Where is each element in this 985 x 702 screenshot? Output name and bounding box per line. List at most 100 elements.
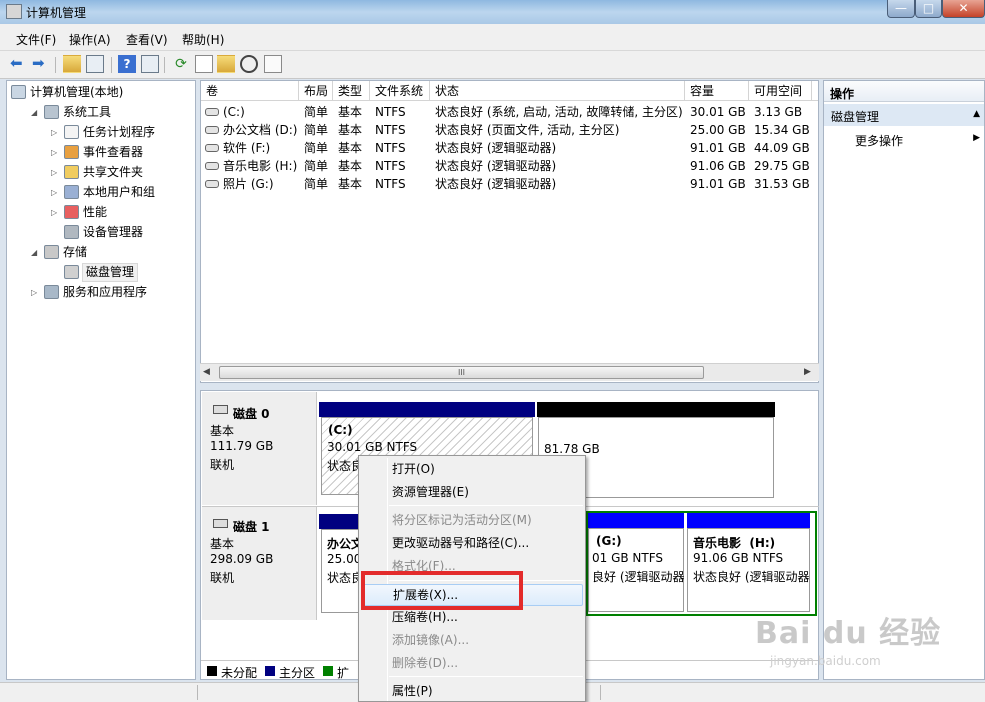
tree-item[interactable]: ▷event-viewer-icon 事件查看器 bbox=[7, 142, 193, 162]
more-actions-label: 更多操作 bbox=[855, 134, 904, 148]
minimize-button[interactable]: — bbox=[887, 0, 915, 18]
help-icon[interactable]: ? bbox=[118, 55, 136, 73]
scroll-left-arrow-icon[interactable]: ◀ bbox=[203, 367, 210, 377]
menu-help[interactable]: 帮助(H) bbox=[182, 31, 224, 48]
table-row[interactable]: (C:) 简单 基本 NTFS 状态良好 (系统, 启动, 活动, 故障转储, 主分区)… bbox=[201, 103, 818, 121]
partition-d[interactable]: 办公文 25.00 状态良 bbox=[321, 529, 362, 613]
volume-filesystem: NTFS bbox=[375, 177, 406, 191]
collapsed-arrow-icon[interactable]: ▷ bbox=[31, 283, 41, 297]
menu-item-delete-volume[interactable]: 删除卷(D)... bbox=[361, 652, 583, 674]
tree-item[interactable]: disk-management-icon磁盘管理 bbox=[7, 262, 193, 282]
menu-item-add-mirror[interactable]: 添加镜像(A)... bbox=[361, 629, 583, 651]
maximize-button[interactable]: □ bbox=[915, 0, 942, 18]
table-row[interactable]: 办公文档 (D:) 简单 基本 NTFS 状态良好 (页面文件, 活动, 主分区) 25.… bbox=[201, 121, 818, 139]
event-viewer-icon: event-viewer-icon bbox=[64, 145, 79, 159]
menu-item-open[interactable]: 打开(O) bbox=[361, 458, 583, 480]
properties-icon[interactable] bbox=[195, 55, 213, 73]
computer-management-icon bbox=[6, 4, 22, 19]
collapse-arrow-icon[interactable]: ▲ bbox=[973, 109, 980, 119]
volume-capacity: 91.01 GB bbox=[690, 177, 746, 191]
menu-view[interactable]: 查看(V) bbox=[126, 31, 168, 48]
volume-layout: 简单 bbox=[304, 105, 329, 119]
partition-h[interactable]: 音乐电影 (H:) 91.06 GB NTFS 状态良好 (逻辑驱动器 bbox=[687, 528, 810, 612]
title-bar[interactable]: 计算机管理 — □ ✕ bbox=[0, 0, 985, 24]
tree-item[interactable]: ◢tools-icon 系统工具 bbox=[7, 102, 193, 122]
open-folder-icon[interactable] bbox=[217, 55, 235, 73]
toolbar: ⬅ ➡ ? ⟳ bbox=[0, 51, 985, 79]
expanded-arrow-icon[interactable]: ◢ bbox=[31, 103, 41, 117]
collapsed-arrow-icon[interactable]: ▷ bbox=[51, 203, 61, 217]
tree-item[interactable]: ◢storage-icon 存储 bbox=[7, 242, 193, 262]
tree-item-label: 本地用户和组 bbox=[83, 185, 156, 199]
device-manager-icon: device-manager-icon bbox=[64, 225, 79, 239]
up-folder-icon[interactable] bbox=[63, 55, 81, 73]
back-icon[interactable]: ⬅ bbox=[9, 55, 27, 73]
tree-item[interactable]: ▷performance-icon 性能 bbox=[7, 202, 193, 222]
column-header-volume[interactable]: 卷 bbox=[201, 81, 299, 101]
expanded-arrow-icon[interactable]: ◢ bbox=[31, 243, 41, 257]
column-header-filesystem[interactable]: 文件系统 bbox=[370, 81, 430, 101]
collapsed-arrow-icon[interactable]: ▷ bbox=[51, 143, 61, 157]
action-more-actions[interactable]: 更多操作 ▶ bbox=[824, 129, 984, 149]
disk-1-info[interactable]: 磁盘 1 基本 298.09 GB 联机 bbox=[202, 507, 317, 620]
collapsed-arrow-icon[interactable]: ▷ bbox=[51, 183, 61, 197]
tree-item-label: 服务和应用程序 bbox=[63, 285, 148, 299]
volume-status: 状态良好 (逻辑驱动器) bbox=[435, 177, 557, 191]
tree-item-label: 计算机管理(本地) bbox=[30, 85, 124, 99]
column-header-free-space[interactable]: 可用空间 bbox=[749, 81, 812, 101]
volume-status: 状态良好 (逻辑驱动器) bbox=[435, 159, 557, 173]
volume-drive-icon bbox=[205, 126, 219, 134]
tree-item[interactable]: ▷clock-icon 任务计划程序 bbox=[7, 122, 193, 142]
partition-g-label: (G:) bbox=[596, 534, 622, 548]
menu-action[interactable]: 操作(A) bbox=[69, 31, 111, 48]
disk-0-info[interactable]: 磁盘 0 基本 111.79 GB 联机 bbox=[202, 392, 317, 505]
menu-item-explorer[interactable]: 资源管理器(E) bbox=[361, 481, 583, 503]
table-row[interactable]: 软件 (F:) 简单 基本 NTFS 状态良好 (逻辑驱动器) 91.01 GB 44.09… bbox=[201, 139, 818, 157]
horizontal-scrollbar[interactable]: ◀ III ▶ bbox=[200, 363, 819, 381]
menu-file[interactable]: 文件(F) bbox=[16, 31, 56, 48]
scroll-thumb[interactable]: III bbox=[219, 366, 704, 379]
tree-item[interactable]: ▷services-icon 服务和应用程序 bbox=[7, 282, 193, 302]
toolbar-separator bbox=[55, 57, 56, 73]
partition-d-label: 办公文 bbox=[327, 537, 362, 551]
toolbar-separator bbox=[111, 57, 112, 73]
search-icon[interactable] bbox=[240, 55, 258, 73]
menu-item-properties[interactable]: 属性(P) bbox=[361, 680, 583, 702]
column-header-layout[interactable]: 布局 bbox=[299, 81, 333, 101]
volume-type: 基本 bbox=[338, 141, 363, 155]
volume-capacity: 91.06 GB bbox=[690, 159, 746, 173]
tree-item[interactable]: ▷users-icon 本地用户和组 bbox=[7, 182, 193, 202]
forward-icon[interactable]: ➡ bbox=[31, 55, 49, 73]
table-row[interactable]: 照片 (G:) 简单 基本 NTFS 状态良好 (逻辑驱动器) 91.01 GB 31.53… bbox=[201, 175, 818, 193]
disk-1-size: 298.09 GB bbox=[210, 552, 274, 566]
action-section-disk-management[interactable]: 磁盘管理 ▲ bbox=[824, 104, 984, 126]
show-hide-action-pane-icon[interactable] bbox=[141, 55, 159, 73]
volume-drive-icon bbox=[205, 144, 219, 152]
collapsed-arrow-icon[interactable]: ▷ bbox=[51, 163, 61, 177]
scroll-right-arrow-icon[interactable]: ▶ bbox=[804, 367, 811, 377]
close-button[interactable]: ✕ bbox=[942, 0, 985, 18]
show-hide-tree-icon[interactable] bbox=[86, 55, 104, 73]
export-icon[interactable] bbox=[264, 55, 282, 73]
tree-item[interactable]: computer-icon 计算机管理(本地) bbox=[7, 82, 193, 102]
menu-item-change-drive-letter[interactable]: 更改驱动器号和路径(C)... bbox=[361, 532, 583, 554]
table-row[interactable]: 音乐电影 (H:) 简单 基本 NTFS 状态良好 (逻辑驱动器) 91.06 GB 29.… bbox=[201, 157, 818, 175]
tools-icon: tools-icon bbox=[44, 105, 59, 119]
volume-filesystem: NTFS bbox=[375, 105, 406, 119]
menu-item-mark-active[interactable]: 将分区标记为活动分区(M) bbox=[361, 509, 583, 531]
volume-name: 办公文档 (D:) bbox=[223, 123, 298, 137]
column-header-type[interactable]: 类型 bbox=[333, 81, 370, 101]
collapsed-arrow-icon[interactable] bbox=[51, 223, 61, 233]
window-title: 计算机管理 bbox=[26, 6, 87, 20]
refresh-icon[interactable]: ⟳ bbox=[172, 55, 190, 73]
collapsed-arrow-icon[interactable]: ▷ bbox=[51, 123, 61, 137]
collapsed-arrow-icon[interactable] bbox=[51, 263, 61, 273]
partition-c-header bbox=[319, 402, 535, 417]
volume-free-space: 31.53 GB bbox=[754, 177, 810, 191]
partition-g[interactable]: (G:) 01 GB NTFS 良好 (逻辑驱动器 bbox=[588, 528, 684, 612]
volume-free-space: 44.09 GB bbox=[754, 141, 810, 155]
tree-item[interactable]: ▷shared-folder-icon 共享文件夹 bbox=[7, 162, 193, 182]
column-header-capacity[interactable]: 容量 bbox=[685, 81, 749, 101]
column-header-status[interactable]: 状态 bbox=[430, 81, 685, 101]
tree-item[interactable]: device-manager-icon 设备管理器 bbox=[7, 222, 193, 242]
